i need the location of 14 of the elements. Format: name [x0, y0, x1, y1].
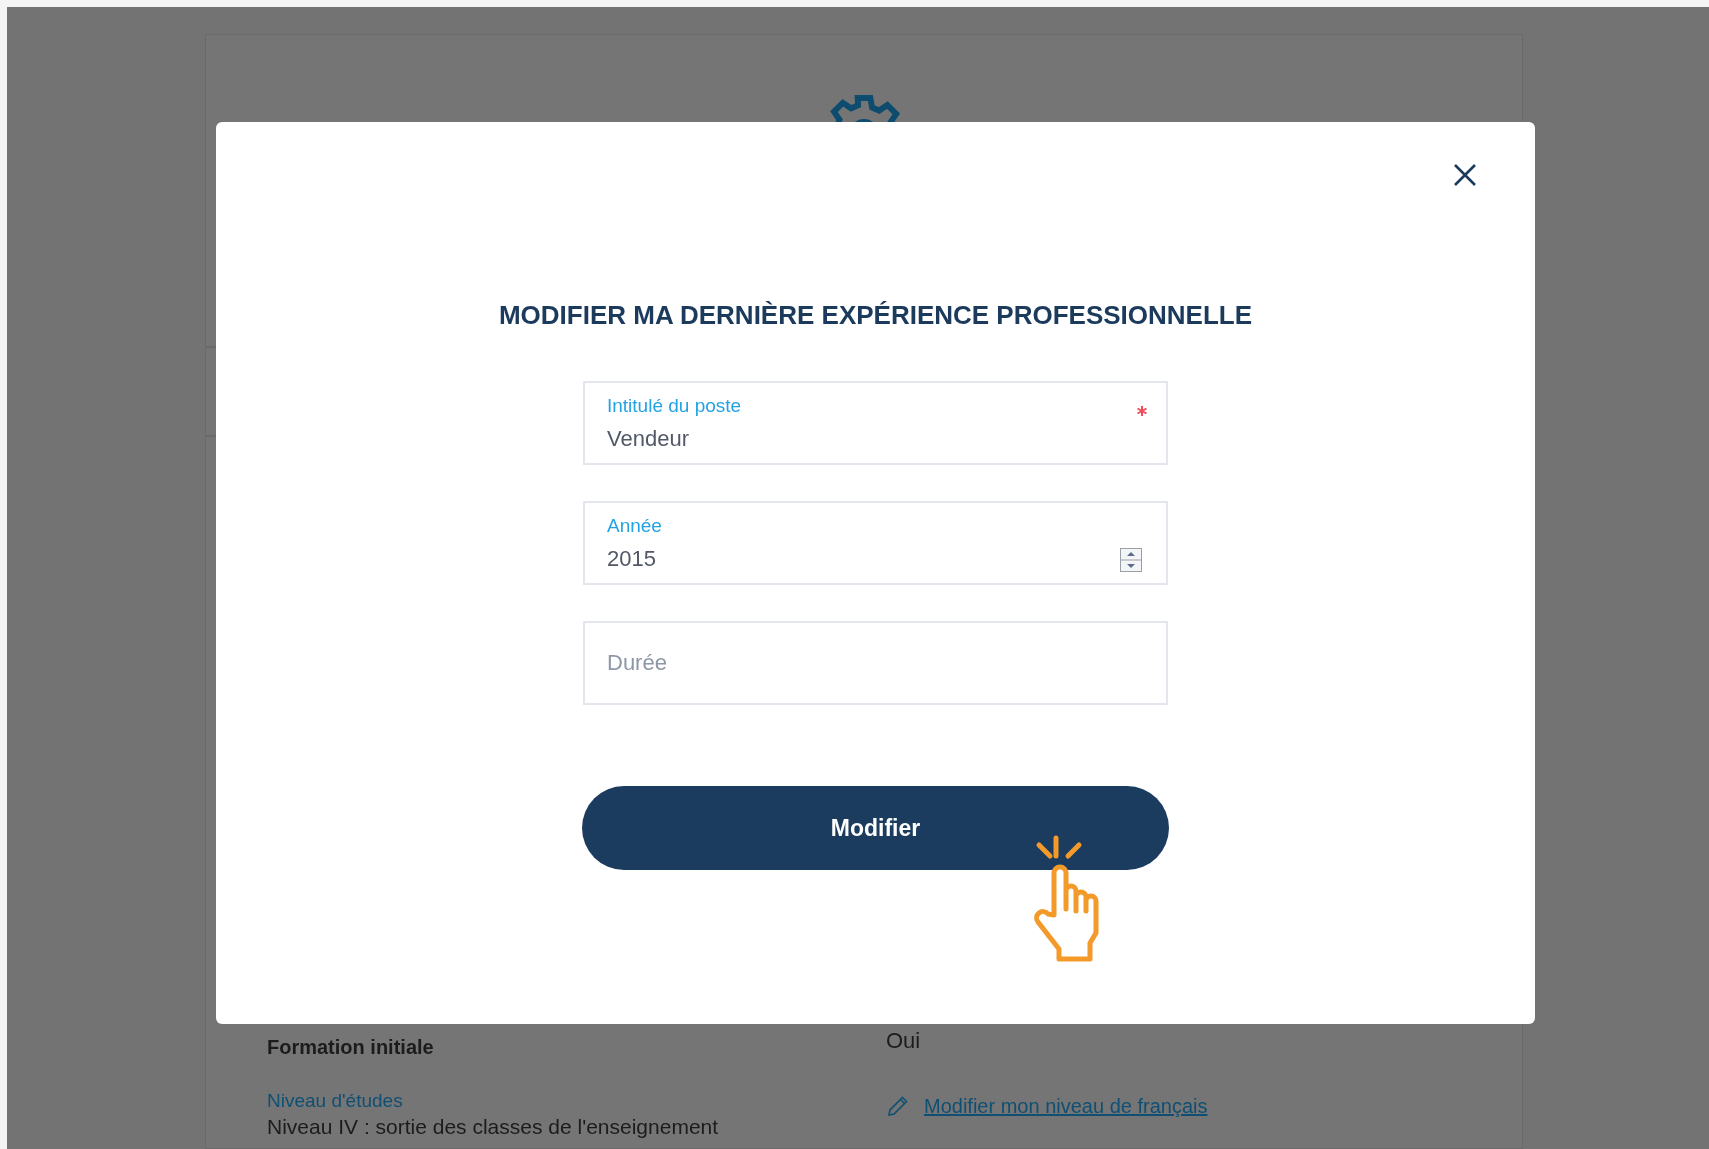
text-field[interactable]: Intitulé du poste Vendeur: [583, 381, 1168, 465]
duration-field[interactable]: Durée: [583, 621, 1168, 705]
value-input[interactable]: 2015: [607, 544, 1027, 573]
close-icon: [1453, 163, 1477, 187]
value-input[interactable]: Vendeur: [607, 424, 1027, 453]
submit-button[interactable]: Modifier: [582, 786, 1169, 870]
spinner-icon[interactable]: [1120, 548, 1142, 572]
modal-title: MODIFIER MA DERNIÈRE EXPÉRIENCE PROFESSIONNELLE: [498, 299, 1253, 332]
field-value: Oui: [886, 1029, 921, 1053]
field-label: Niveau d'études: [267, 1089, 403, 1113]
section-heading: Formation initiale: [267, 1035, 434, 1059]
pencil-icon: [886, 1094, 910, 1118]
number-field[interactable]: Année 2015: [583, 501, 1168, 585]
field-value: Niveau IV : sortie des classes de l'enseignement: [267, 1115, 719, 1139]
